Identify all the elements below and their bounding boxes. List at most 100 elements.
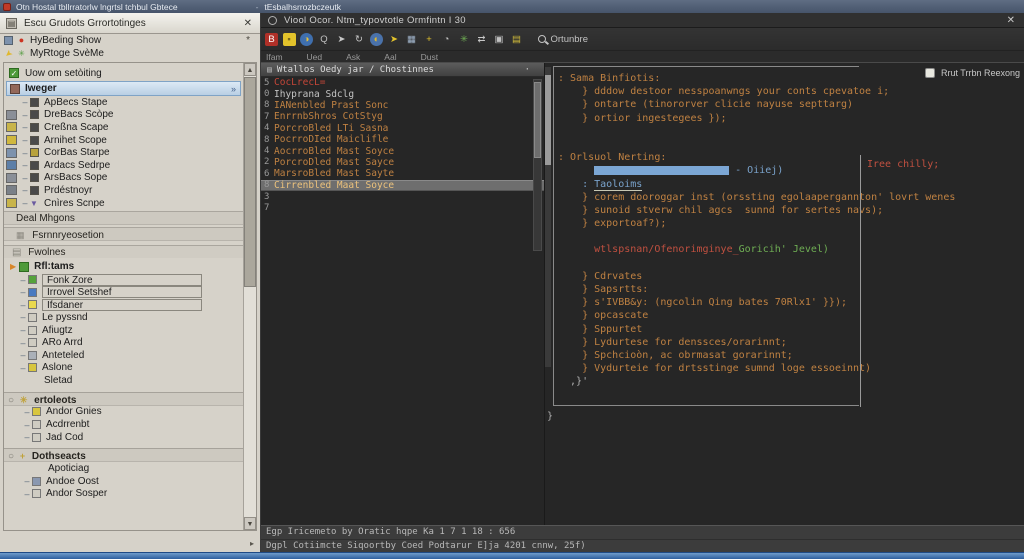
tree-connector: – — [22, 97, 28, 108]
tree-connector: – — [22, 160, 28, 171]
scrollbar-thumb[interactable] — [545, 75, 551, 165]
line-number: 6 — [264, 168, 270, 179]
style-list-row[interactable]: 8 IANenbled Prast Sonc — [261, 100, 544, 111]
parent-label: Rfl:tams — [34, 261, 75, 273]
breakpoint-icon[interactable]: ▪ — [282, 32, 296, 46]
left-scrollbar[interactable]: ▲ ▼ — [243, 63, 256, 530]
selected-tree-row[interactable]: Iweger » — [6, 81, 241, 96]
editor-titlebar[interactable]: Viool Ocor. Ntm_typovtotle Ormfintn I 30… — [261, 13, 1024, 28]
section-fsrnnryeosetion[interactable]: ▦ Fsrnnryeosetion — [4, 227, 243, 242]
line-number: 7 — [264, 202, 270, 213]
scrollbar-thumb[interactable] — [244, 77, 256, 287]
layers-icon[interactable]: ▤ — [510, 33, 523, 46]
tree-item-scope[interactable]: – Creßna Scape — [4, 121, 243, 134]
toprow-hybeding[interactable]: ● HyBeding Show * — [0, 34, 260, 47]
taskbar-strip[interactable] — [0, 552, 1024, 559]
menu-item-ask[interactable]: Ask — [346, 52, 360, 62]
checkbox-icon[interactable] — [924, 68, 935, 78]
run-option[interactable]: Rrut Trrbn Reexong — [924, 68, 1020, 78]
tree-item-scope[interactable]: – ArsBacs Sope — [4, 172, 243, 185]
code-token: } dddow destoor nesspoanwngs your conts … — [558, 86, 890, 98]
style-list-row[interactable]: 8 Cirrenbled Maat Soyce — [261, 179, 544, 191]
style-list-row[interactable]: 6 MarsroBled Mast Sayte — [261, 168, 544, 179]
tree-item[interactable]: – Irrovel Setshef — [4, 286, 243, 299]
view-settings-row[interactable]: ✓ Uow om setòiting — [4, 65, 243, 81]
item-icon — [32, 432, 41, 442]
tree-item-scope[interactable]: – DreBacs Scòpe — [4, 109, 243, 122]
style-list-row[interactable]: 8 PocrroDIed Maiclifle — [261, 134, 544, 145]
tree-item[interactable]: – Acdrrenbt — [4, 418, 243, 431]
tree-item[interactable]: – Ifsdaner — [4, 298, 243, 312]
scroll-down-icon[interactable]: ▼ — [244, 517, 256, 530]
pie-icon[interactable]: ◑ — [300, 32, 313, 46]
close-icon[interactable]: ✕ — [1005, 15, 1017, 26]
section-ertoleots[interactable]: ○ ✳ ertoleots — [4, 391, 243, 406]
section-dothseacts[interactable]: ○ + Dothseacts — [4, 448, 243, 463]
toprow-myrtoge[interactable]: ➤ ✳ MyRtoge SvèMe — [0, 47, 260, 61]
style-list-row[interactable]: 0 Ihyprana Sdclg — [261, 88, 544, 100]
close-icon[interactable]: ✕ — [242, 18, 254, 29]
tree-item-scope[interactable]: – Prdéstnoyr — [4, 184, 243, 197]
tree-item[interactable]: – Afiugtz — [4, 324, 243, 337]
scrollbar-thumb[interactable] — [534, 82, 541, 158]
tree-item[interactable]: – Fonk Zore — [4, 273, 243, 286]
tree-item[interactable]: Sletad — [4, 374, 243, 387]
swap-icon[interactable]: ⇄ — [475, 33, 488, 46]
refresh-icon[interactable]: ↻ — [353, 33, 366, 46]
tree-item-scope[interactable]: – Arnihet Scope — [4, 134, 243, 147]
style-list-row[interactable]: 4 PorcroBled LTi Sasna — [261, 123, 544, 134]
tree-item[interactable]: Apoticiag — [4, 462, 243, 475]
history-icon[interactable]: ◔ — [440, 33, 453, 46]
style-list-row[interactable]: 7 EnrrnbShros CotStyg — [261, 111, 544, 122]
tree-item-scope[interactable]: – Ardacs Sedrpe — [4, 159, 243, 172]
tree-item[interactable]: – Aslone — [4, 362, 243, 375]
frame-icon[interactable]: ▣ — [493, 33, 506, 46]
star-icon[interactable]: ✳ — [458, 33, 471, 46]
add-icon[interactable]: + — [423, 33, 436, 46]
code-token: ,}' — [558, 376, 589, 388]
cursor-icon[interactable]: ➤ — [388, 33, 401, 46]
code-line: } Vydurteie for drtsstinge sumnd loge es… — [558, 362, 871, 375]
scroll-up-icon[interactable]: ▲ — [244, 63, 256, 76]
style-list-row[interactable]: 4 AocrroBled Mast Soyce — [261, 145, 544, 157]
tree-item[interactable]: – Andor Sosper — [4, 488, 243, 501]
menu-item-ifam[interactable]: Ifam — [266, 52, 283, 62]
scope-label: Creßna Scape — [44, 121, 109, 133]
grid-icon[interactable]: ▦ — [405, 33, 418, 46]
tree-item[interactable]: – Andor Gnies — [4, 406, 243, 419]
search-control[interactable]: Ortunbre — [537, 34, 588, 45]
triangle-icon: ▼ — [30, 198, 38, 208]
tree-item-scope[interactable]: – CorBas Starpe — [4, 146, 243, 159]
status-line-2: Dgpl Cotiimcte Siqoortby Coed Podtarur E… — [261, 539, 1024, 552]
chat-icon[interactable]: Q — [318, 33, 331, 46]
globe-icon[interactable]: ◐ — [370, 32, 383, 46]
code-editor[interactable]: Rrut Trrbn Reexong : Sama Binfiotis: } d… — [545, 63, 1024, 525]
menu-item-ued[interactable]: Ued — [307, 52, 323, 62]
run-icon[interactable]: ➤ — [335, 33, 348, 46]
tree-item[interactable]: – Andoe Oost — [4, 475, 243, 488]
code-scrollbar[interactable] — [545, 67, 551, 367]
menu-item-dust[interactable]: Dust — [421, 52, 438, 62]
tree-item-scope[interactable]: – ▼ Cnìres Scnpe — [4, 197, 243, 210]
tree-item-scope[interactable]: – ApBecs Stape — [4, 96, 243, 109]
list-header[interactable]: ▤ Wtallos Oedy jar / Chostinnes · — [261, 63, 544, 77]
left-panel-header: ▤ Escu Grudots Grrortotinges ✕ — [0, 13, 260, 34]
stop-icon[interactable]: B — [265, 32, 278, 46]
tree-item[interactable]: – Anteteled — [4, 349, 243, 362]
tree-item[interactable]: – Le pyssnd — [4, 311, 243, 324]
menu-item-aal[interactable]: Aal — [384, 52, 396, 62]
tree-item[interactable]: – Jad Cod — [4, 431, 243, 444]
tree-connector: – — [22, 198, 28, 209]
window-titlebar[interactable]: Otn Hostal tbllrratorlw lngrtsl tchbul G… — [0, 0, 1024, 13]
resize-grip-icon[interactable]: ▸ — [250, 539, 254, 548]
style-list-row[interactable]: 2 PorcroDled Mast Sayce — [261, 157, 544, 168]
style-list-row[interactable]: 5 CocLrecL= — [261, 77, 544, 88]
tree-item[interactable]: – ARo Arrd — [4, 336, 243, 349]
scope-icon — [30, 97, 39, 107]
menu-bar: Ifam Ued Ask Aal Dust — [261, 51, 1024, 63]
section-deal-mhgons[interactable]: Deal Mhgons — [4, 211, 243, 226]
item-label: Sletad — [44, 374, 73, 386]
list-scrollbar[interactable] — [533, 79, 542, 251]
tree-parent-rfltams[interactable]: ▶ Rfl:tams — [4, 260, 243, 273]
